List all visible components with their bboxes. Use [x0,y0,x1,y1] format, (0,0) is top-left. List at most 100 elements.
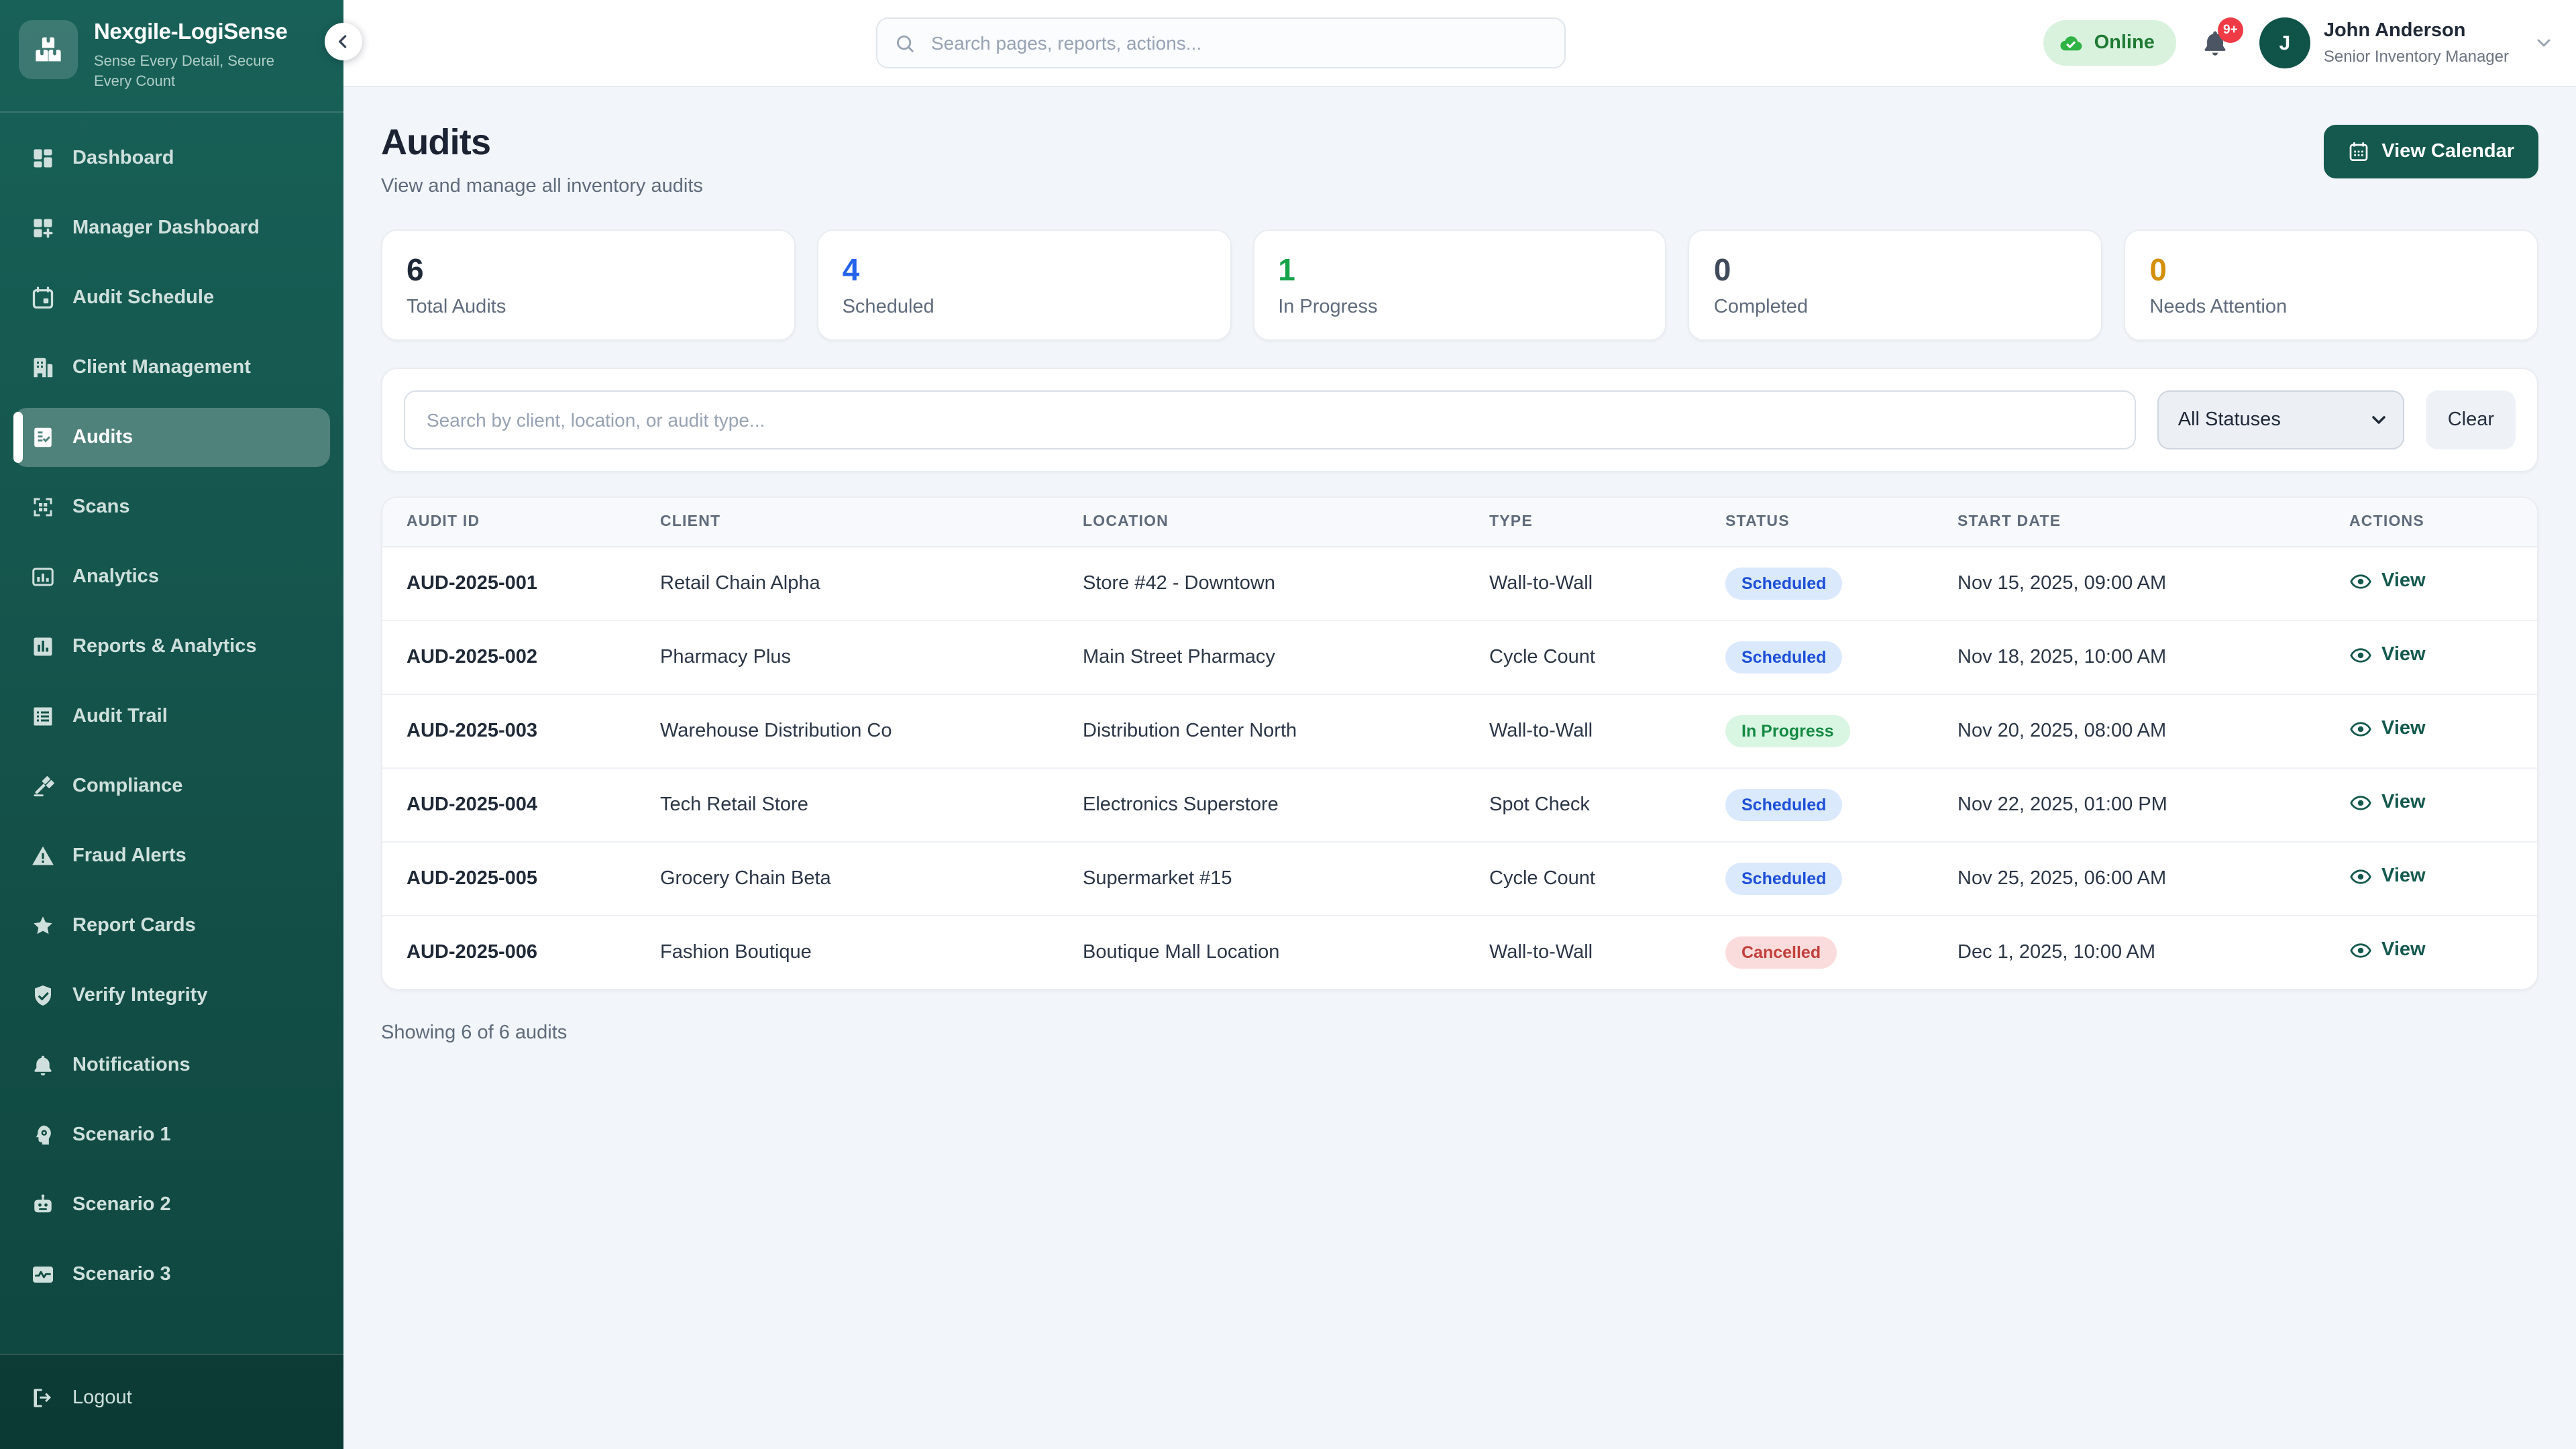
sidebar: Nexgile-LogiSense Sense Every Detail, Se… [0,0,343,1449]
global-search-input[interactable] [928,31,1548,55]
audit-id-cell: AUD-2025-001 [382,547,660,621]
eye-icon [2349,791,2372,814]
star-icon [31,913,55,937]
stat-card-in-progress: 1In Progress [1252,229,1667,341]
status-select[interactable]: All Statuses [2158,390,2405,449]
sidebar-item-scenario-1[interactable]: Scenario 1 [13,1105,330,1164]
topbar: Online 9+ J John Anderson Senior Invento… [343,0,2576,87]
user-role: Senior Inventory Manager [2324,46,2509,65]
view-calendar-label: View Calendar [2381,141,2514,162]
actions-cell: View [2349,916,2538,989]
audits-table-card: Audit IDClientLocationTypeStatusStart Da… [381,496,2538,990]
calendar-icon [31,285,55,309]
sidebar-item-audit-schedule[interactable]: Audit Schedule [13,268,330,327]
sidebar-item-label: Manager Dashboard [72,217,260,238]
view-audit-link[interactable]: View [2349,865,2426,888]
analytics-icon [31,564,55,588]
chevron-down-icon [2533,32,2555,54]
sidebar-item-scenario-3[interactable]: Scenario 3 [13,1244,330,1303]
sidebar-nav: Dashboard Manager Dashboard Audit Schedule… [0,112,343,1354]
view-label: View [2381,718,2426,739]
view-audit-link[interactable]: View [2349,938,2426,961]
list-icon [31,704,55,728]
sidebar-item-dashboard[interactable]: Dashboard [13,128,330,187]
stats-row: 6Total Audits4Scheduled1In Progress0Comp… [381,229,2538,341]
audit-id-cell: AUD-2025-005 [382,842,660,916]
online-status-label: Online [2094,32,2155,54]
sidebar-item-label: Scenario 3 [72,1263,171,1285]
view-audit-link[interactable]: View [2349,717,2426,740]
sidebar-item-notifications[interactable]: Notifications [13,1035,330,1094]
status-badge: Scheduled [1725,641,1842,674]
user-info: John Anderson Senior Inventory Manager [2324,21,2509,66]
column-header-audit-id: Audit ID [382,498,660,547]
type-cell: Wall-to-Wall [1489,694,1725,768]
user-name: John Anderson [2324,21,2509,44]
view-audit-link[interactable]: View [2349,791,2426,814]
sidebar-collapse-button[interactable] [325,23,362,60]
topbar-right: Online 9+ J John Anderson Senior Invento… [2043,0,2555,86]
sidebar-item-client-management[interactable]: Client Management [13,337,330,396]
logout-button[interactable]: Logout [13,1368,330,1428]
view-calendar-button[interactable]: View Calendar [2324,125,2538,178]
table-row: AUD-2025-003Warehouse Distribution CoDis… [382,694,2538,768]
sidebar-item-fraud-alerts[interactable]: Fraud Alerts [13,826,330,885]
page-subtitle: View and manage all inventory audits [381,176,703,197]
main-area: Online 9+ J John Anderson Senior Invento… [343,0,2576,1449]
calendar-icon [2348,141,2369,162]
sidebar-item-scans[interactable]: Scans [13,477,330,536]
location-cell: Store #42 - Downtown [1083,547,1489,621]
sidebar-item-analytics[interactable]: Analytics [13,547,330,606]
type-cell: Wall-to-Wall [1489,916,1725,989]
audit-search-input[interactable] [404,390,2137,449]
logout-label: Logout [72,1387,132,1409]
view-label: View [2381,865,2426,887]
stat-value: 4 [843,252,1206,288]
sidebar-item-label: Scenario 1 [72,1124,171,1145]
table-row: AUD-2025-006Fashion BoutiqueBoutique Mal… [382,916,2538,989]
sidebar-item-scenario-2[interactable]: Scenario 2 [13,1175,330,1234]
sidebar-item-verify-integrity[interactable]: Verify Integrity [13,965,330,1024]
column-header-start-date: Start Date [1957,498,2349,547]
client-cell: Tech Retail Store [660,768,1083,842]
status-badge: In Progress [1725,715,1850,747]
warning-icon [31,843,55,867]
view-audit-link[interactable]: View [2349,643,2426,666]
location-cell: Supermarket #15 [1083,842,1489,916]
user-menu[interactable]: J John Anderson Senior Inventory Manager [2259,17,2555,68]
clear-filters-button[interactable]: Clear [2426,390,2516,449]
sidebar-item-reports-analytics[interactable]: Reports & Analytics [13,616,330,676]
sidebar-item-report-cards[interactable]: Report Cards [13,896,330,955]
activity-icon [31,1262,55,1286]
audit-id-cell: AUD-2025-002 [382,621,660,694]
sidebar-item-audit-trail[interactable]: Audit Trail [13,686,330,745]
sidebar-item-label: Compliance [72,775,182,796]
column-header-status: Status [1725,498,1957,547]
sidebar-item-label: Audits [72,426,133,447]
notifications-button[interactable]: 9+ [2200,28,2230,58]
type-cell: Spot Check [1489,768,1725,842]
building-icon [31,355,55,379]
sidebar-item-label: Client Management [72,356,251,378]
brand-tagline: Sense Every Detail, Secure Every Count [94,52,295,94]
status-filter: All Statuses [2158,390,2405,449]
stat-value: 0 [2149,252,2513,288]
view-label: View [2381,570,2426,592]
sidebar-item-compliance[interactable]: Compliance [13,756,330,815]
view-audit-link[interactable]: View [2349,570,2426,592]
start-date-cell: Nov 25, 2025, 06:00 AM [1957,842,2349,916]
actions-cell: View [2349,694,2538,768]
location-cell: Boutique Mall Location [1083,916,1489,989]
sidebar-item-audits[interactable]: Audits [13,407,330,466]
bar-chart-icon [31,634,55,658]
eye-icon [2349,643,2372,666]
status-badge: Scheduled [1725,568,1842,600]
global-search [876,17,1566,68]
audits-table: Audit IDClientLocationTypeStatusStart Da… [382,498,2538,989]
start-date-cell: Nov 15, 2025, 09:00 AM [1957,547,2349,621]
stat-card-total-audits: 6Total Audits [381,229,796,341]
sidebar-item-manager-dashboard[interactable]: Manager Dashboard [13,198,330,257]
status-cell: In Progress [1725,694,1957,768]
online-status-badge: Online [2043,20,2176,66]
dashboard-icon [31,146,55,170]
